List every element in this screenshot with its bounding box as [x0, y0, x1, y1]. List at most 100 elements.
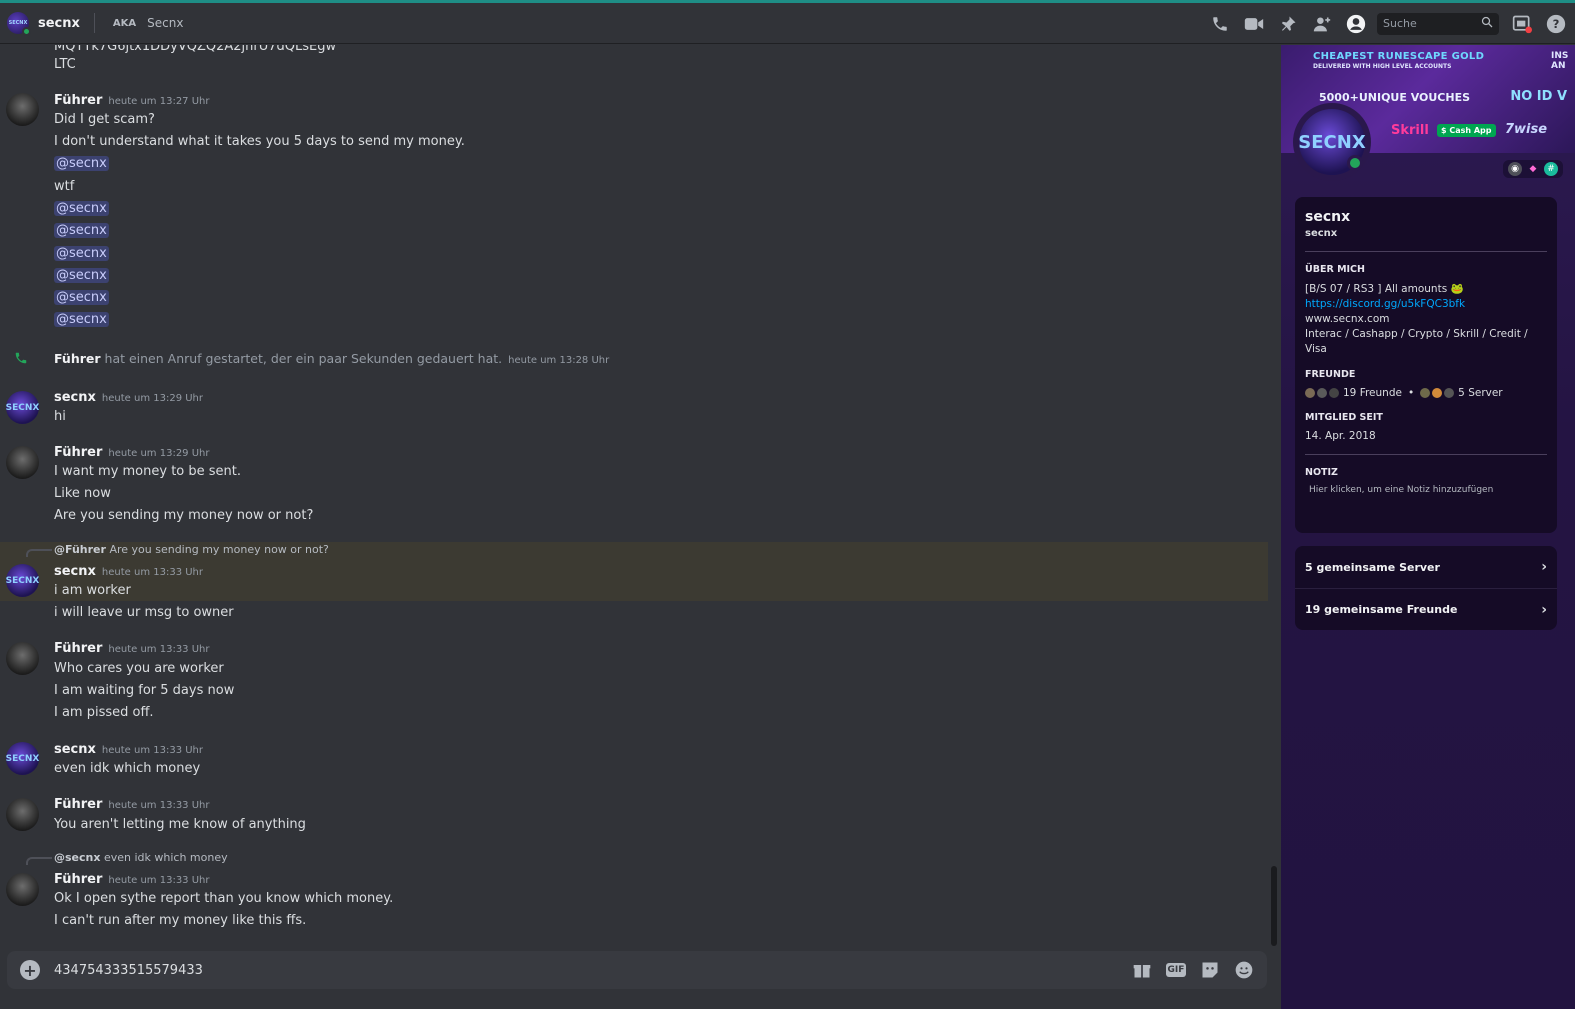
- user-mention[interactable]: @secnx: [54, 246, 109, 261]
- note-input[interactable]: Hier klicken, um eine Notiz hinzuzufügen: [1309, 485, 1547, 495]
- banner-no-id: NO ID V: [1510, 89, 1567, 104]
- banner-vouches: 5000+UNIQUE VOUCHES: [1319, 91, 1471, 104]
- message-timestamp: heute um 13:27 Uhr: [108, 96, 210, 107]
- banner-headline: CHEAPEST RUNESCAPE GOLD: [1313, 51, 1485, 62]
- author-name[interactable]: Führer: [54, 445, 102, 460]
- avatar[interactable]: [6, 446, 39, 479]
- message-author[interactable]: Führer heute um 13:33 Uhr: [54, 641, 210, 656]
- mutual-servers-label: 5 gemeinsame Server: [1305, 560, 1440, 574]
- message-author[interactable]: Führer heute um 13:27 Uhr: [54, 93, 210, 108]
- message-timestamp: heute um 13:33 Uhr: [108, 800, 210, 811]
- profile-avatar-text: SECNX: [1298, 131, 1366, 153]
- call-system-message: Führer hat einen Anruf gestartet, der ei…: [54, 351, 609, 366]
- message-line: Are you sending my money now or not?: [54, 508, 314, 523]
- avatar[interactable]: SECNX: [6, 564, 39, 597]
- mutual-servers-button[interactable]: 5 gemeinsame Server ›: [1295, 546, 1557, 588]
- chevron-right-icon: ›: [1541, 559, 1547, 575]
- profile-display-name: secnx: [1305, 209, 1351, 225]
- video-call-icon[interactable]: [1243, 13, 1265, 35]
- author-name[interactable]: secnx: [54, 564, 96, 579]
- about-line: Interac / Cashapp / Crypto / Skrill / Cr…: [1305, 328, 1528, 355]
- avatar[interactable]: [6, 93, 39, 126]
- member-since-title: MITGLIED SEIT: [1305, 412, 1383, 423]
- gift-icon[interactable]: [1131, 959, 1153, 981]
- discord-invite-link[interactable]: https://discord.gg/u5kFQC3bfk: [1305, 298, 1465, 310]
- svg-text:?: ?: [1553, 17, 1560, 31]
- voice-call-icon[interactable]: [1209, 13, 1231, 35]
- message-author[interactable]: secnx heute um 13:33 Uhr: [54, 564, 203, 579]
- avatar[interactable]: SECNX: [6, 742, 39, 775]
- message-list[interactable]: MQTYk7G6jtx1DDyVQZQ2A2jhrU7dQLsEgw LTC F…: [0, 45, 1269, 947]
- reply-author[interactable]: @Führer: [54, 543, 106, 556]
- avatar[interactable]: [6, 798, 39, 831]
- mention-line: @secnx: [54, 312, 109, 327]
- message-author[interactable]: secnx heute um 13:29 Uhr: [54, 390, 203, 405]
- avatar-text: SECNX: [5, 753, 40, 764]
- message-line: MQTYk7G6jtx1DDyVQZQ2A2jhrU7dQLsEgw: [54, 45, 337, 54]
- emoji-icon[interactable]: [1233, 959, 1255, 981]
- user-mention[interactable]: @secnx: [54, 223, 109, 238]
- inbox-icon[interactable]: [1511, 13, 1533, 35]
- message-author[interactable]: secnx heute um 13:33 Uhr: [54, 742, 203, 757]
- user-profile-icon[interactable]: [1345, 13, 1367, 35]
- message-line: I am waiting for 5 days now: [54, 683, 235, 698]
- channel-name[interactable]: secnx: [38, 16, 80, 31]
- author-name[interactable]: secnx: [54, 742, 96, 757]
- header-avatar[interactable]: SECNX: [7, 12, 31, 36]
- author-name[interactable]: Führer: [54, 641, 102, 656]
- message-author[interactable]: Führer heute um 13:33 Uhr: [54, 872, 210, 887]
- reply-preview[interactable]: @Führer Are you sending my money now or …: [54, 543, 329, 556]
- boost-badge-icon[interactable]: ◆: [1526, 162, 1540, 176]
- message-timestamp: heute um 13:33 Uhr: [108, 644, 210, 655]
- aka-label: AKA: [112, 17, 137, 29]
- server-icon: [1420, 388, 1431, 398]
- member-since-date: 14. Apr. 2018: [1305, 430, 1376, 442]
- channel-header: SECNX secnx AKA Secnx Suche ?: [0, 3, 1575, 44]
- avatar[interactable]: SECNX: [6, 391, 39, 424]
- message-input[interactable]: 434754333515579433: [54, 963, 203, 978]
- avatar[interactable]: [6, 873, 39, 906]
- friends-count[interactable]: 19 Freunde: [1343, 387, 1402, 399]
- help-icon[interactable]: ?: [1545, 13, 1567, 35]
- attach-plus-icon[interactable]: +: [20, 960, 40, 980]
- reply-text: even idk which money: [103, 851, 228, 864]
- message-composer[interactable]: + 434754333515579433 GIF: [7, 951, 1267, 989]
- user-mention[interactable]: @secnx: [54, 268, 109, 283]
- chat-scrollbar[interactable]: [1271, 866, 1277, 946]
- server-icon: [1444, 388, 1455, 398]
- user-mention[interactable]: @secnx: [54, 201, 109, 216]
- call-author[interactable]: Führer: [54, 351, 101, 366]
- divider: [1305, 251, 1547, 252]
- author-name[interactable]: Führer: [54, 93, 102, 108]
- user-mention[interactable]: @secnx: [54, 156, 109, 171]
- message-timestamp: heute um 13:29 Uhr: [101, 393, 204, 404]
- friends-servers-row[interactable]: 19 Freunde • 5 Server: [1305, 387, 1547, 399]
- reply-preview[interactable]: @secnx even idk which money: [54, 851, 228, 864]
- message-line: Ok I open sythe report than you know whi…: [54, 891, 394, 906]
- author-name[interactable]: Führer: [54, 797, 102, 812]
- profile-badges: ◉ ◆ #: [1503, 160, 1563, 178]
- banner-subline: DELIVERED WITH HIGH LEVEL ACCOUNTS: [1313, 63, 1452, 70]
- author-name[interactable]: secnx: [54, 390, 96, 405]
- message-author[interactable]: Führer heute um 13:29 Uhr: [54, 445, 210, 460]
- search-input[interactable]: Suche: [1377, 12, 1499, 35]
- message-author[interactable]: Führer heute um 13:33 Uhr: [54, 797, 210, 812]
- nitro-badge-icon[interactable]: ◉: [1508, 162, 1522, 176]
- mutual-friends-button[interactable]: 19 gemeinsame Freunde ›: [1295, 588, 1557, 630]
- user-mention[interactable]: @secnx: [54, 312, 109, 327]
- call-text: hat einen Anruf gestartet, der ein paar …: [104, 351, 503, 366]
- user-mention[interactable]: @secnx: [54, 290, 109, 305]
- gif-icon[interactable]: GIF: [1165, 959, 1187, 981]
- author-name[interactable]: Führer: [54, 872, 102, 887]
- servers-count[interactable]: 5 Server: [1458, 387, 1502, 399]
- friend-avatar: [1329, 388, 1339, 398]
- online-status-dot: [22, 27, 31, 36]
- sticker-icon[interactable]: [1199, 959, 1221, 981]
- hashtag-badge-icon[interactable]: #: [1544, 162, 1558, 176]
- add-friend-icon[interactable]: [1311, 13, 1333, 35]
- pin-icon[interactable]: [1277, 13, 1299, 35]
- cashapp-logo: $ Cash App: [1437, 124, 1496, 137]
- avatar[interactable]: [6, 642, 39, 675]
- reply-author[interactable]: @secnx: [54, 851, 100, 864]
- mutual-friends-label: 19 gemeinsame Freunde: [1305, 603, 1458, 616]
